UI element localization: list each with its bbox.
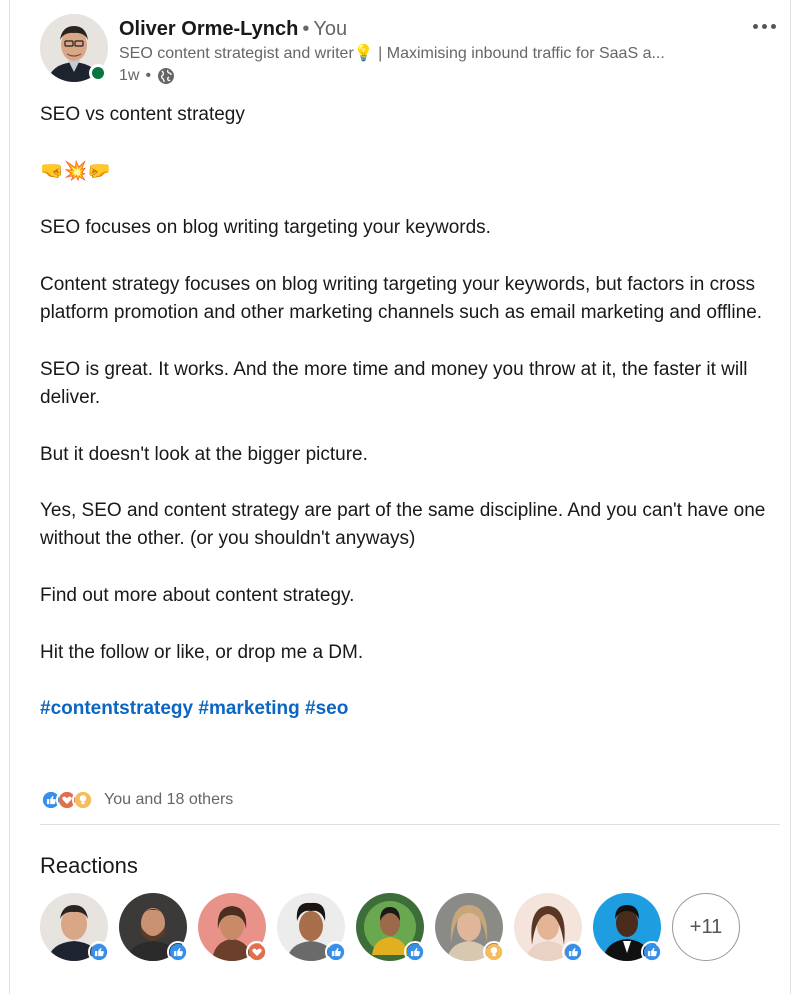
post-body: SEO vs content strategy 🤜💥🤛 SEO focuses … xyxy=(40,101,785,752)
post-meta: 1w • xyxy=(119,66,175,86)
hashtag-list: #contentstrategy #marketing #seo xyxy=(40,695,785,723)
love-icon xyxy=(246,941,268,963)
author-separator: • xyxy=(302,18,310,40)
meta-separator: • xyxy=(145,67,152,84)
reactors-list: +11 xyxy=(40,893,740,963)
reaction-icon-stack xyxy=(40,789,94,811)
hashtag-link[interactable]: #seo xyxy=(305,698,348,719)
reactor-avatar[interactable] xyxy=(198,893,268,963)
hashtag-link[interactable]: #marketing xyxy=(198,698,299,719)
like-icon xyxy=(404,941,426,963)
author-headline: SEO content strategist and writer💡 | Max… xyxy=(119,45,665,62)
reactor-avatar[interactable] xyxy=(277,893,347,963)
reactor-avatar[interactable] xyxy=(593,893,663,963)
reactions-heading: Reactions xyxy=(40,853,138,878)
reactor-avatar[interactable] xyxy=(40,893,110,963)
reactions-count-text[interactable]: You and 18 others xyxy=(104,791,233,809)
more-dot-icon xyxy=(752,23,758,29)
like-icon xyxy=(641,941,663,963)
more-dot-icon xyxy=(770,23,776,29)
post-paragraph: SEO focuses on blog writing targeting yo… xyxy=(40,217,491,239)
more-dot-icon xyxy=(761,23,767,29)
post-card: Oliver Orme-Lynch • You SEO content strate… xyxy=(9,0,791,994)
author-name[interactable]: Oliver Orme-Lynch xyxy=(119,18,298,40)
more-reactors-button[interactable]: +11 xyxy=(672,893,740,961)
fist-bump-emoji: 🤜💥🤛 xyxy=(40,160,111,182)
hashtag-link[interactable]: #contentstrategy xyxy=(40,698,193,719)
more-options-button[interactable] xyxy=(746,14,782,38)
divider xyxy=(40,824,780,825)
reactions-summary[interactable]: You and 18 others xyxy=(40,789,233,811)
insightful-icon xyxy=(72,789,94,811)
post-paragraph: Find out more about content strategy. xyxy=(40,585,355,607)
reactor-avatar[interactable] xyxy=(119,893,189,963)
insightful-icon xyxy=(483,941,505,963)
author-line: Oliver Orme-Lynch • You xyxy=(119,17,347,41)
reactor-avatar[interactable] xyxy=(435,893,505,963)
post-paragraph: Yes, SEO and content strategy are part o… xyxy=(40,500,766,550)
globe-icon xyxy=(158,68,175,84)
reactor-avatar[interactable] xyxy=(356,893,426,963)
reactor-avatar[interactable] xyxy=(514,893,584,963)
post-paragraph: SEO is great. It works. And the more tim… xyxy=(40,358,748,408)
like-icon xyxy=(167,941,189,963)
post-paragraph: Hit the follow or like, or drop me a DM. xyxy=(40,641,364,663)
like-icon xyxy=(325,941,347,963)
post-time: 1w xyxy=(119,67,140,84)
post-paragraph: But it doesn't look at the bigger pictur… xyxy=(40,443,368,465)
like-icon xyxy=(88,941,110,963)
online-status-indicator xyxy=(89,64,107,82)
post-paragraph: Content strategy focuses on blog writing… xyxy=(40,273,763,324)
like-icon xyxy=(562,941,584,963)
author-relation: You xyxy=(313,18,348,40)
post-paragraph: SEO vs content strategy xyxy=(40,104,245,125)
